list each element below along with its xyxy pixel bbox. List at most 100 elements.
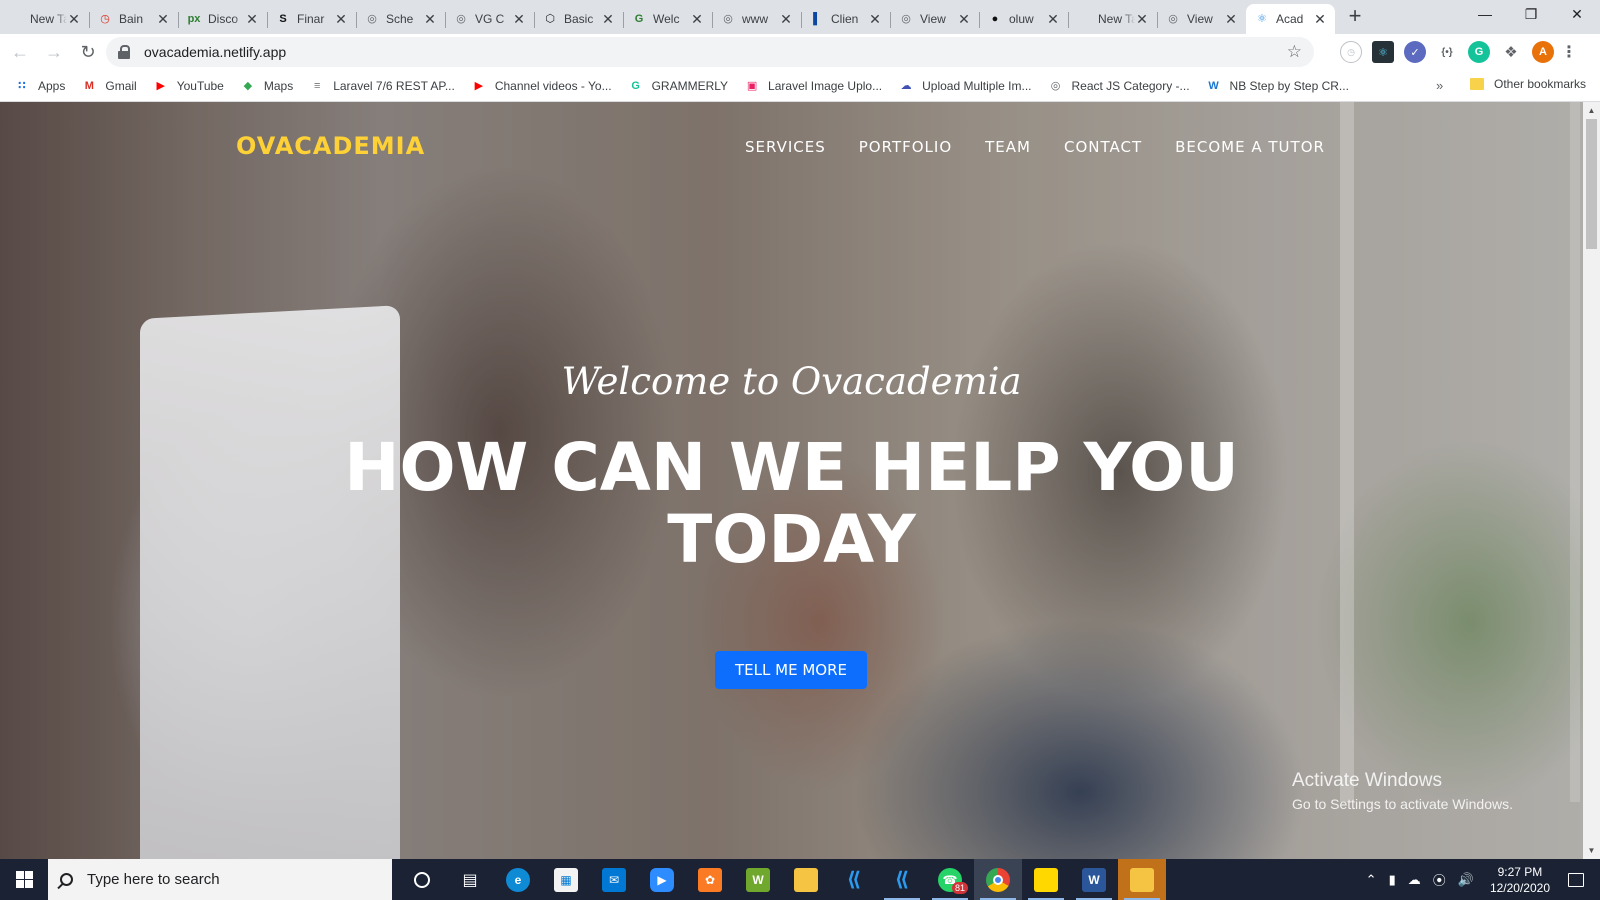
check-extension-icon[interactable]: ✓ <box>1404 41 1426 63</box>
restore-button[interactable]: ❐ <box>1508 0 1554 30</box>
browser-tab[interactable]: ◷ Bain ✕ <box>89 4 178 34</box>
scroll-down-arrow-icon[interactable]: ▼ <box>1583 842 1600 859</box>
menu-services[interactable]: SERVICES <box>745 138 826 156</box>
store-app[interactable]: ▦ <box>542 859 590 900</box>
close-tab-icon[interactable]: ✕ <box>1224 11 1238 28</box>
browser-tab[interactable]: ⚛ Acad ✕ <box>1246 4 1335 34</box>
json-extension-icon[interactable]: {•} <box>1436 41 1458 63</box>
address-bar[interactable]: ovacademia.netlify.app ☆ <box>106 37 1314 67</box>
zoom-app[interactable]: ▶ <box>638 859 686 900</box>
lock-icon[interactable] <box>118 45 132 59</box>
back-button[interactable]: ← <box>6 38 34 66</box>
close-tab-icon[interactable]: ✕ <box>512 11 526 28</box>
sticky-notes-app[interactable] <box>1022 859 1070 900</box>
site-logo[interactable]: OVACADEMIA <box>236 132 425 160</box>
new-tab-button[interactable]: + <box>1341 3 1369 31</box>
mail-app[interactable]: ✉ <box>590 859 638 900</box>
timer-extension-icon[interactable]: ◷ <box>1340 41 1362 63</box>
page-scrollbar[interactable]: ▲ ▼ <box>1583 102 1600 859</box>
xampp-app[interactable]: ✿ <box>686 859 734 900</box>
bookmark-label: React JS Category -... <box>1071 78 1190 93</box>
browser-tab[interactable]: ▌ Clien ✕ <box>801 4 890 34</box>
bookmark-item[interactable]: ▣ Laravel Image Uplo... <box>744 78 882 94</box>
w-icon: W <box>1208 79 1219 92</box>
menu-contact[interactable]: CONTACT <box>1064 138 1142 156</box>
bookmark-item[interactable]: G GRAMMERLY <box>628 78 728 94</box>
close-tab-icon[interactable]: ✕ <box>690 11 704 28</box>
close-tab-icon[interactable]: ✕ <box>957 11 971 28</box>
chrome-app[interactable] <box>974 859 1022 900</box>
close-tab-icon[interactable]: ✕ <box>423 11 437 28</box>
task-view-button[interactable]: ▤ <box>446 859 494 900</box>
bookmark-star-icon[interactable]: ☆ <box>1287 42 1302 62</box>
start-button[interactable] <box>0 859 48 900</box>
close-tab-icon[interactable]: ✕ <box>1135 11 1149 28</box>
extensions-puzzle-icon[interactable]: ❖ <box>1500 41 1522 63</box>
profile-avatar[interactable]: A <box>1532 41 1554 63</box>
vscode-app[interactable]: ⟪ <box>830 859 878 900</box>
volume-icon[interactable]: 🔊 <box>1458 872 1474 888</box>
file-manager-app[interactable] <box>1118 859 1166 900</box>
grammarly-extension-icon[interactable]: G <box>1468 41 1490 63</box>
taskbar-search[interactable]: Type here to search <box>48 859 392 900</box>
bookmark-item[interactable]: ≡ Laravel 7/6 REST AP... <box>309 78 455 94</box>
other-bookmarks[interactable]: Other bookmarks <box>1470 77 1586 91</box>
close-tab-icon[interactable]: ✕ <box>779 11 793 28</box>
more-menu-icon[interactable]: ⋮ <box>1561 41 1577 63</box>
battery-icon[interactable]: ▮ <box>1389 872 1396 888</box>
bookmark-item[interactable]: ◎ React JS Category -... <box>1048 78 1190 94</box>
bookmark-item[interactable]: ▶ Channel videos - Yo... <box>471 78 612 94</box>
browser-tab[interactable]: px Disco ✕ <box>178 4 267 34</box>
browser-tab[interactable]: New Tab✕ <box>0 4 89 34</box>
react-devtools-icon[interactable]: ⚛ <box>1372 41 1394 63</box>
browser-tab[interactable]: ◎ VG C ✕ <box>445 4 534 34</box>
wifi-icon[interactable]: ⦿ <box>1433 870 1446 889</box>
close-tab-icon[interactable]: ✕ <box>601 11 615 28</box>
menu-team[interactable]: TEAM <box>985 138 1031 156</box>
onedrive-cloud-icon[interactable]: ☁ <box>1408 872 1421 888</box>
close-tab-icon[interactable]: ✕ <box>156 11 170 28</box>
more-bookmarks-chevron-icon[interactable]: » <box>1436 78 1443 93</box>
word-app[interactable]: W <box>1070 859 1118 900</box>
bookmark-item[interactable]: W NB Step by Step CR... <box>1206 78 1349 94</box>
browser-tab[interactable]: ◎ View ✕ <box>1157 4 1246 34</box>
close-tab-icon[interactable]: ✕ <box>1313 11 1327 28</box>
bookmark-item[interactable]: ☁ Upload Multiple Im... <box>898 78 1032 94</box>
bookmark-item[interactable]: M Gmail <box>81 78 137 94</box>
whatsapp-app[interactable]: ☎ 81 <box>926 859 974 900</box>
file-explorer-app[interactable] <box>782 859 830 900</box>
edge-app[interactable]: e <box>494 859 542 900</box>
cortana-button[interactable] <box>398 859 446 900</box>
close-tab-icon[interactable]: ✕ <box>245 11 259 28</box>
forward-button[interactable]: → <box>40 38 68 66</box>
close-tab-icon[interactable]: ✕ <box>1046 11 1060 28</box>
taskbar-clock[interactable]: 9:27 PM 12/20/2020 <box>1490 864 1550 896</box>
close-tab-icon[interactable]: ✕ <box>868 11 882 28</box>
wamp-app[interactable]: W <box>734 859 782 900</box>
scrollbar-thumb[interactable] <box>1586 119 1597 249</box>
close-tab-icon[interactable]: ✕ <box>67 11 81 28</box>
bookmark-item[interactable]: ◆ Maps <box>240 78 294 94</box>
browser-tab[interactable]: ◎ Sche ✕ <box>356 4 445 34</box>
scroll-up-arrow-icon[interactable]: ▲ <box>1583 102 1600 119</box>
vscode-insiders-app[interactable]: ⟪ <box>878 859 926 900</box>
menu-become-a-tutor[interactable]: BECOME A TUTOR <box>1175 138 1325 156</box>
minimize-button[interactable]: — <box>1462 0 1508 30</box>
menu-portfolio[interactable]: PORTFOLIO <box>859 138 952 156</box>
browser-tab[interactable]: ◎ www ✕ <box>712 4 801 34</box>
tell-me-more-button[interactable]: TELL ME MORE <box>715 651 867 689</box>
browser-tab[interactable]: ◎ View ✕ <box>890 4 979 34</box>
url-text[interactable]: ovacademia.netlify.app <box>144 44 1287 60</box>
browser-tab[interactable]: ● oluw ✕ <box>979 4 1068 34</box>
browser-tab[interactable]: S Finar ✕ <box>267 4 356 34</box>
reload-button[interactable]: ↻ <box>74 38 102 66</box>
browser-tab[interactable]: ⬡ Basic ✕ <box>534 4 623 34</box>
close-tab-icon[interactable]: ✕ <box>334 11 348 28</box>
notifications-button[interactable] <box>1564 859 1588 900</box>
browser-tab[interactable]: New Tab✕ <box>1068 4 1157 34</box>
show-hidden-icons-icon[interactable]: ⌃ <box>1366 872 1377 888</box>
browser-tab[interactable]: G Welc ✕ <box>623 4 712 34</box>
bookmark-item[interactable]: ∷ Apps <box>14 78 65 94</box>
bookmark-item[interactable]: ▶ YouTube <box>153 78 223 94</box>
close-window-button[interactable]: ✕ <box>1554 0 1600 30</box>
